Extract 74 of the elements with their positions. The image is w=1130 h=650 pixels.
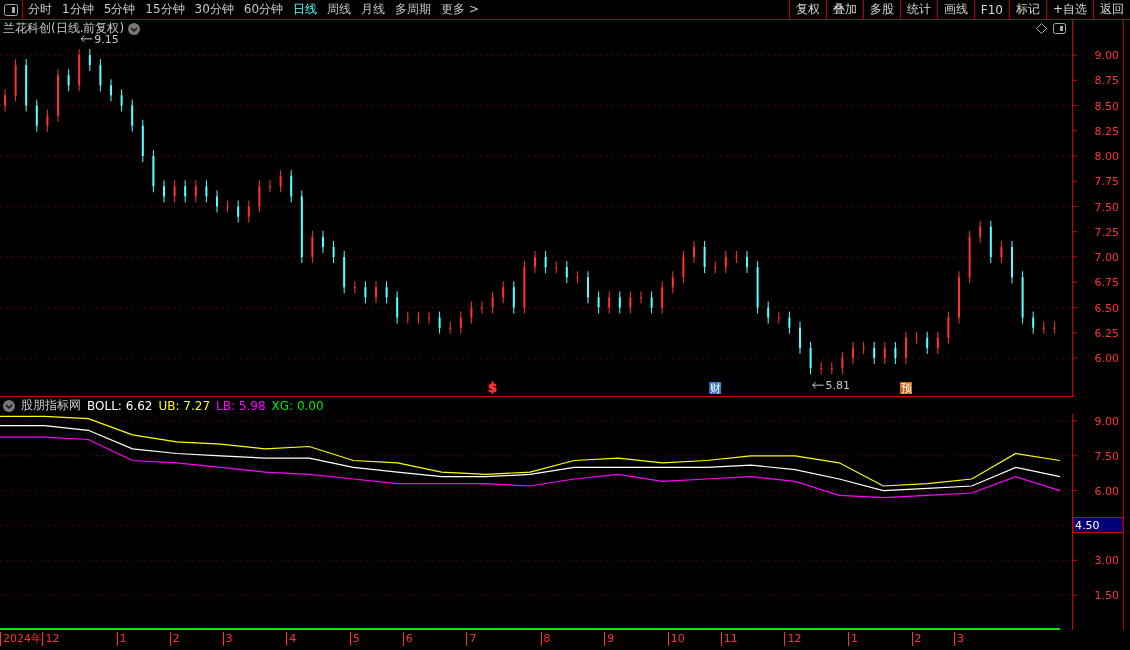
axis-label: 7.50 xyxy=(1094,449,1119,463)
period-tab[interactable]: 分时 xyxy=(23,1,57,18)
toolbar-button[interactable]: 画线 xyxy=(936,0,974,19)
price-axis-label: 7.25 xyxy=(1094,225,1119,239)
toolbar-button[interactable]: 复权 xyxy=(788,0,826,19)
price-axis-label: 7.50 xyxy=(1094,200,1119,214)
date-axis-label: 2024年 xyxy=(0,632,42,646)
price-axis-label: 8.25 xyxy=(1094,124,1119,138)
date-axis-label: 6 xyxy=(402,632,413,646)
panel-toggle-icon[interactable] xyxy=(4,3,18,16)
toolbar-button[interactable]: 多股 xyxy=(862,0,900,19)
period-tab[interactable]: 1分钟 xyxy=(57,1,99,18)
price-axis-label: 8.00 xyxy=(1094,150,1119,163)
price-axis-label: 6.00 xyxy=(1094,352,1119,365)
indicator-name: 股朋指标网 xyxy=(21,397,81,414)
period-tab[interactable]: 60分钟 xyxy=(238,1,289,18)
date-axis-label: 1 xyxy=(116,632,127,646)
date-axis-label: 10 xyxy=(667,632,685,646)
arrow-icon xyxy=(80,35,93,43)
price-axis-label: 6.50 xyxy=(1094,301,1119,315)
axis-label: 6.00 xyxy=(1094,484,1119,498)
date-axis-label: 1 xyxy=(848,632,858,646)
indicator-value: UB: 7.27 xyxy=(158,398,210,413)
event-marker: $ xyxy=(488,380,498,395)
date-axis-label: 3 xyxy=(954,632,964,646)
period-tab[interactable]: 日线 xyxy=(288,1,323,18)
dropdown-icon[interactable] xyxy=(3,399,15,412)
date-axis-label: 9 xyxy=(604,632,615,646)
date-axis-label: 12 xyxy=(42,632,60,646)
event-marker: 财 xyxy=(709,382,722,395)
price-axis-label: 9.00 xyxy=(1094,49,1119,62)
event-marker: 预 xyxy=(900,382,912,395)
price-axis-label: 7.00 xyxy=(1094,251,1119,264)
toolbar-button[interactable]: F10 xyxy=(973,0,1009,19)
date-axis-label: 2 xyxy=(169,632,180,646)
price-axis-label: 7.75 xyxy=(1094,175,1119,189)
toolbar-button[interactable]: 统计 xyxy=(899,0,937,19)
period-tab[interactable]: 15分钟 xyxy=(140,1,190,18)
toolbar-button[interactable]: +自选 xyxy=(1045,0,1093,19)
price-axis-label: 8.75 xyxy=(1094,74,1119,88)
arrow-icon xyxy=(812,381,825,389)
period-tab[interactable]: 月线 xyxy=(356,1,391,18)
indicator-value: BOLL: 6.62 xyxy=(87,398,153,413)
period-tab[interactable]: 周线 xyxy=(322,1,357,18)
date-axis-label: 12 xyxy=(784,632,802,646)
cursor-value-text: 4.50 xyxy=(1075,519,1100,533)
period-tab[interactable]: 多周期 xyxy=(390,1,437,18)
axis-label: 9.00 xyxy=(1094,414,1119,428)
period-tab[interactable]: 更多 > xyxy=(436,1,484,18)
dropdown-icon[interactable] xyxy=(128,22,141,35)
panel-toggle-icon[interactable] xyxy=(1053,23,1066,34)
price-axis-label: 6.25 xyxy=(1094,326,1119,340)
indicator-value: XG: 0.00 xyxy=(271,398,324,413)
price-axis-label: 8.50 xyxy=(1094,99,1119,113)
date-axis-label: 2 xyxy=(911,632,922,646)
stock-title: 兰花科创(日线.前复权) xyxy=(3,20,125,35)
period-tab[interactable]: 5分钟 xyxy=(98,1,141,18)
date-axis-label: 4 xyxy=(286,632,297,646)
date-axis-label: 5 xyxy=(349,632,360,646)
axis-label: 3.00 xyxy=(1094,554,1119,568)
high-price-label: 9.15 xyxy=(94,32,119,46)
diamond-icon[interactable] xyxy=(1036,23,1047,34)
toolbar-button[interactable]: 返回 xyxy=(1093,0,1130,19)
axis-label: 1.50 xyxy=(1094,589,1119,603)
low-price-label: 5.81 xyxy=(825,379,851,393)
toolbar-button[interactable]: 标记 xyxy=(1008,0,1046,19)
date-axis-label: 3 xyxy=(222,632,233,646)
period-tab[interactable]: 30分钟 xyxy=(189,1,239,18)
indicator-value: LB: 5.98 xyxy=(216,398,266,413)
price-axis-label: 6.75 xyxy=(1094,276,1119,290)
toolbar-button[interactable]: 叠加 xyxy=(825,0,863,19)
date-axis-label: 11 xyxy=(720,632,738,646)
date-axis-label: 7 xyxy=(466,632,477,646)
date-axis-label: 8 xyxy=(540,632,551,646)
